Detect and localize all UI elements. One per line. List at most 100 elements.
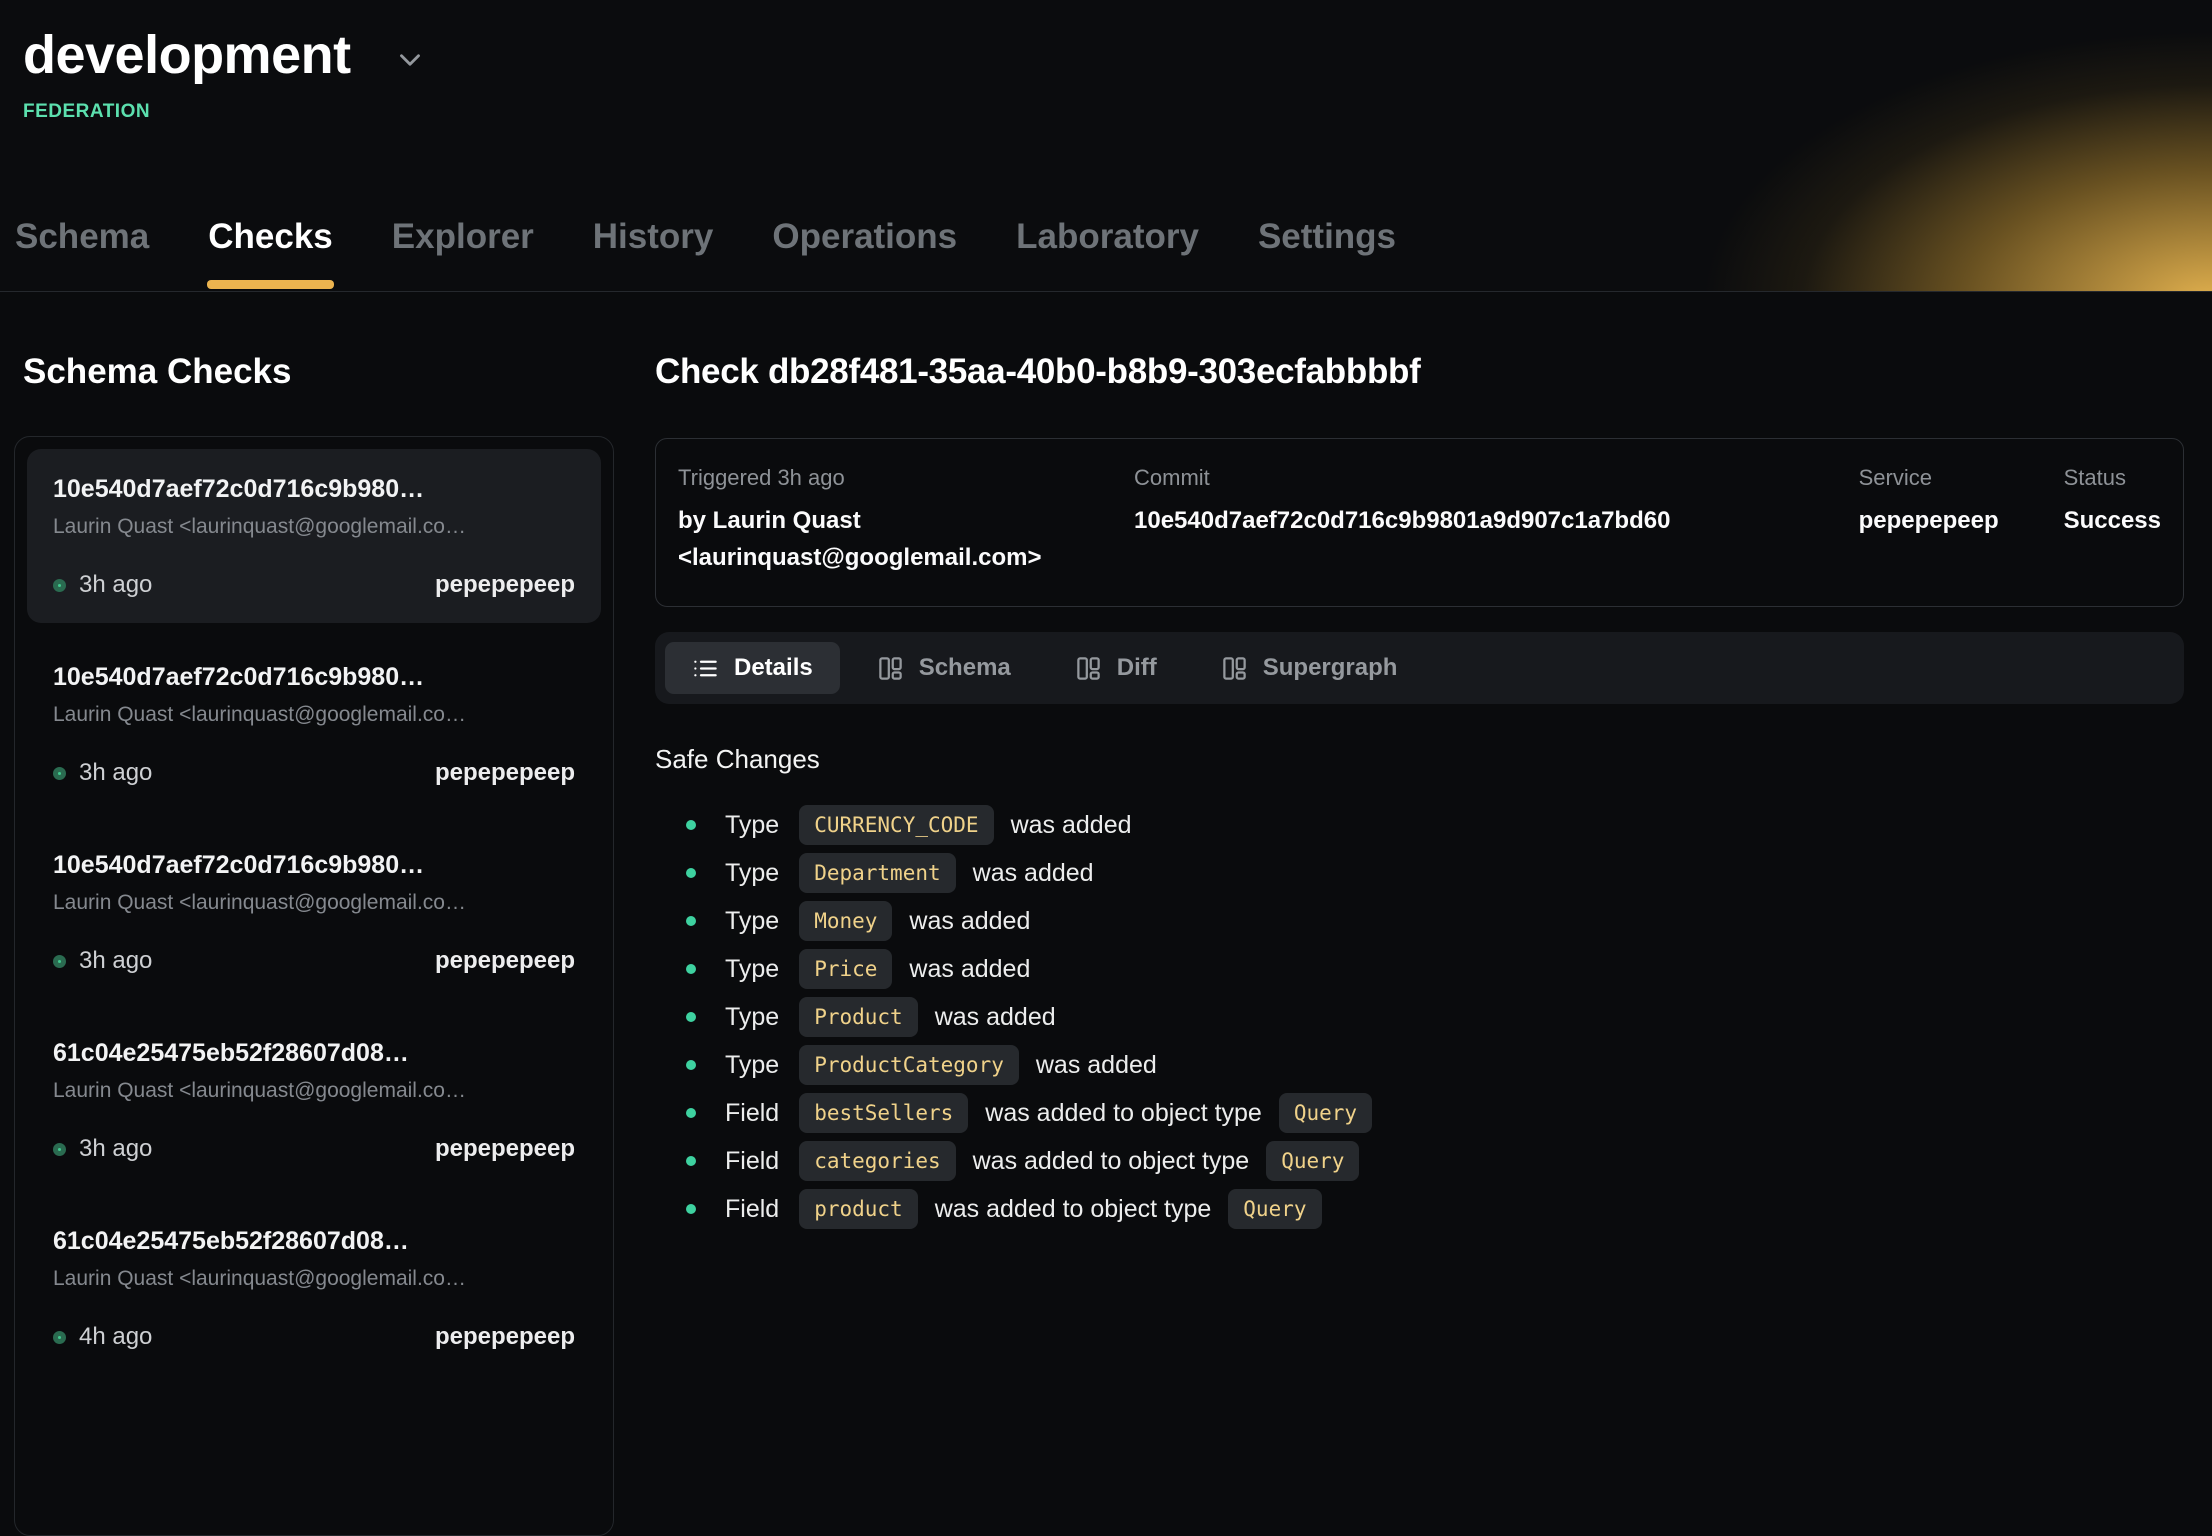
tab-checks[interactable]: Checks (207, 217, 334, 291)
triggered-label: Triggered 3h ago (678, 465, 1104, 491)
check-meta-row: 4h ago pepepepeep (53, 1323, 575, 1351)
change-kind: Field (725, 1195, 779, 1224)
check-meta-row: 3h ago pepepepeep (53, 759, 575, 787)
view-tab-details[interactable]: Details (665, 642, 840, 694)
check-time: 4h ago (79, 1323, 152, 1351)
check-meta-row: 3h ago pepepepeep (53, 1135, 575, 1163)
content: Schema Checks 10e540d7aef72c0d716c9b980…… (0, 292, 2212, 1536)
check-service: pepepepeep (435, 1135, 575, 1163)
check-author: Laurin Quast <laurinquast@googlemail.co… (53, 1079, 575, 1103)
check-hash: 10e540d7aef72c0d716c9b980… (53, 663, 575, 692)
code-chip: Query (1266, 1141, 1359, 1181)
view-tab-label: Diff (1117, 654, 1157, 682)
change-suffix: was added (1011, 811, 1132, 840)
change-kind: Type (725, 1003, 779, 1032)
view-tab-label: Schema (919, 654, 1011, 682)
status-dot-icon (53, 955, 66, 968)
check-list-item[interactable]: 10e540d7aef72c0d716c9b980… Laurin Quast … (27, 825, 601, 999)
tab-settings[interactable]: Settings (1257, 217, 1397, 291)
code-chip: ProductCategory (799, 1045, 1019, 1085)
meta-triggered: Triggered 3h ago by Laurin Quast <laurin… (678, 465, 1134, 576)
change-row: Type Money was added (655, 897, 2184, 945)
status-dot-icon (53, 1331, 66, 1344)
change-kind: Type (725, 955, 779, 984)
schema-checks-panel: Schema Checks 10e540d7aef72c0d716c9b980…… (14, 292, 614, 1536)
check-author: Laurin Quast <laurinquast@googlemail.co… (53, 891, 575, 915)
change-suffix: was added (1036, 1051, 1157, 1080)
view-tabs: Details Schema Diff Supergraph (655, 632, 2184, 704)
code-chip: Query (1279, 1093, 1372, 1133)
change-row: Field bestSellers was added to object ty… (655, 1089, 2184, 1137)
code-chip: Product (799, 997, 918, 1037)
change-suffix: was added (973, 859, 1094, 888)
bullet-dot-icon (686, 868, 696, 878)
project-name: development (23, 24, 351, 86)
check-service: pepepepeep (435, 1323, 575, 1351)
tab-schema[interactable]: Schema (14, 217, 150, 291)
change-kind: Type (725, 859, 779, 888)
view-tab-schema[interactable]: Schema (850, 642, 1038, 694)
change-kind: Field (725, 1147, 779, 1176)
check-hash: 10e540d7aef72c0d716c9b980… (53, 475, 575, 504)
check-list-item[interactable]: 61c04e25475eb52f28607d08… Laurin Quast <… (27, 1013, 601, 1187)
bullet-dot-icon (686, 1156, 696, 1166)
check-title: Check db28f481-35aa-40b0-b8b9-303ecfabbb… (655, 352, 2184, 392)
safe-changes-title: Safe Changes (655, 744, 2184, 775)
view-tab-label: Details (734, 654, 813, 682)
change-row: Field product was added to object type Q… (655, 1185, 2184, 1233)
check-time: 3h ago (79, 947, 152, 975)
tab-laboratory[interactable]: Laboratory (1015, 217, 1200, 291)
check-meta-row: 3h ago pepepepeep (53, 571, 575, 599)
code-chip: bestSellers (799, 1093, 968, 1133)
check-list-item[interactable]: 10e540d7aef72c0d716c9b980… Laurin Quast … (27, 637, 601, 811)
tab-history[interactable]: History (592, 217, 715, 291)
check-author: Laurin Quast <laurinquast@googlemail.co… (53, 703, 575, 727)
change-kind: Field (725, 1099, 779, 1128)
check-meta-box: Triggered 3h ago by Laurin Quast <laurin… (655, 438, 2184, 607)
check-hash: 61c04e25475eb52f28607d08… (53, 1227, 575, 1256)
meta-status: Status Success (2064, 465, 2161, 576)
project-switcher[interactable]: development (23, 18, 2212, 86)
check-author: Laurin Quast <laurinquast@googlemail.co… (53, 515, 575, 539)
change-row: Type ProductCategory was added (655, 1041, 2184, 1089)
check-meta-row: 3h ago pepepepeep (53, 947, 575, 975)
change-row: Type Product was added (655, 993, 2184, 1041)
check-list-item[interactable]: 10e540d7aef72c0d716c9b980… Laurin Quast … (27, 449, 601, 623)
code-chip: categories (799, 1141, 955, 1181)
bullet-dot-icon (686, 1012, 696, 1022)
change-suffix: was added to object type (985, 1099, 1262, 1128)
meta-commit: Commit 10e540d7aef72c0d716c9b9801a9d907c… (1134, 465, 1859, 576)
code-chip: Money (799, 901, 892, 941)
change-kind: Type (725, 811, 779, 840)
check-time: 3h ago (79, 1135, 152, 1163)
service-label: Service (1859, 465, 2064, 491)
check-time: 3h ago (79, 571, 152, 599)
change-row: Type CURRENCY_CODE was added (655, 801, 2184, 849)
check-service: pepepepeep (435, 759, 575, 787)
code-chip: CURRENCY_CODE (799, 805, 993, 845)
meta-service: Service pepepepeep (1859, 465, 2064, 576)
check-list-item[interactable]: 61c04e25475eb52f28607d08… Laurin Quast <… (27, 1201, 601, 1375)
change-row: Type Price was added (655, 945, 2184, 993)
header: development FEDERATION Schema Checks Exp… (0, 0, 2212, 292)
change-suffix: was added (909, 955, 1030, 984)
status-value: Success (2064, 502, 2161, 539)
project-type-badge: FEDERATION (23, 101, 2212, 123)
code-chip: Query (1228, 1189, 1321, 1229)
view-tab-label: Supergraph (1263, 654, 1398, 682)
status-label: Status (2064, 465, 2161, 491)
list-icon (692, 655, 719, 682)
view-tab-supergraph[interactable]: Supergraph (1194, 642, 1425, 694)
bullet-dot-icon (686, 1108, 696, 1118)
check-author: Laurin Quast <laurinquast@googlemail.co… (53, 1267, 575, 1291)
tab-operations[interactable]: Operations (771, 217, 958, 291)
chevron-down-icon[interactable] (393, 43, 427, 77)
change-row: Type Department was added (655, 849, 2184, 897)
change-kind: Type (725, 907, 779, 936)
columns-icon (1075, 655, 1102, 682)
schema-checks-title: Schema Checks (23, 352, 614, 392)
view-tab-diff[interactable]: Diff (1048, 642, 1184, 694)
bullet-dot-icon (686, 1060, 696, 1070)
tab-explorer[interactable]: Explorer (391, 217, 535, 291)
triggered-by-value: by Laurin Quast <laurinquast@googlemail.… (678, 502, 1104, 576)
